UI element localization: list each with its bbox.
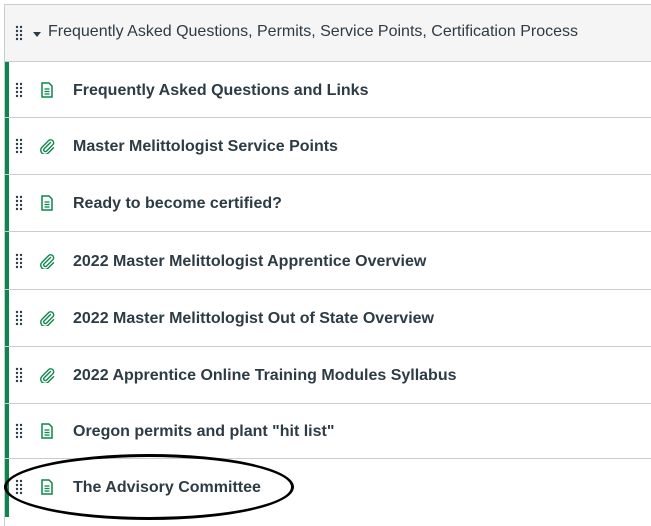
item-title[interactable]: Oregon permits and plant "hit list" [73,423,334,441]
module-title[interactable]: Frequently Asked Questions, Permits, Ser… [48,23,578,41]
drag-handle-icon[interactable] [15,195,23,211]
module-item[interactable]: Master Melittologist Service Points [5,118,651,175]
published-indicator [5,347,9,403]
published-indicator [5,290,9,346]
module-item[interactable]: 2022 Apprentice Online Training Modules … [5,347,651,404]
drag-handle-icon[interactable] [15,253,23,269]
item-title[interactable]: Master Melittologist Service Points [73,138,338,156]
item-title[interactable]: 2022 Master Melittologist Out of State O… [73,310,434,328]
published-indicator [5,404,9,458]
attachment-icon [39,310,55,328]
module: Frequently Asked Questions, Permits, Ser… [4,4,651,526]
published-indicator [5,62,9,117]
module-item[interactable]: 2022 Master Melittologist Apprentice Ove… [5,232,651,290]
published-indicator [5,118,9,174]
drag-handle-icon[interactable] [15,423,23,439]
item-title[interactable]: The Advisory Committee [73,479,261,497]
published-indicator [5,232,9,289]
drag-handle-icon[interactable] [15,25,23,41]
attachment-icon [39,367,55,385]
collapse-caret-icon[interactable] [33,32,41,37]
module-item[interactable]: The Advisory Committee [5,459,651,517]
attachment-icon [39,253,55,271]
drag-handle-icon[interactable] [15,479,23,495]
item-title[interactable]: Ready to become certified? [73,195,282,213]
module-item[interactable]: Oregon permits and plant "hit list" [5,404,651,459]
item-title[interactable]: 2022 Master Melittologist Apprentice Ove… [73,253,426,271]
item-title[interactable]: 2022 Apprentice Online Training Modules … [73,367,457,385]
item-title[interactable]: Frequently Asked Questions and Links [73,82,368,100]
drag-handle-icon[interactable] [15,138,23,154]
page-icon [39,82,55,98]
published-indicator [5,175,9,231]
page-icon [39,195,55,211]
module-item[interactable]: Ready to become certified? [5,175,651,232]
drag-handle-icon[interactable] [15,367,23,383]
drag-handle-icon[interactable] [15,310,23,326]
drag-handle-icon[interactable] [15,82,23,98]
module-item[interactable]: 2022 Master Melittologist Out of State O… [5,290,651,347]
attachment-icon [39,138,55,156]
page-icon [39,423,55,439]
module-header[interactable]: Frequently Asked Questions, Permits, Ser… [5,5,651,62]
page-icon [39,479,55,495]
module-item[interactable]: Frequently Asked Questions and Links [5,62,651,118]
published-indicator [5,459,9,517]
